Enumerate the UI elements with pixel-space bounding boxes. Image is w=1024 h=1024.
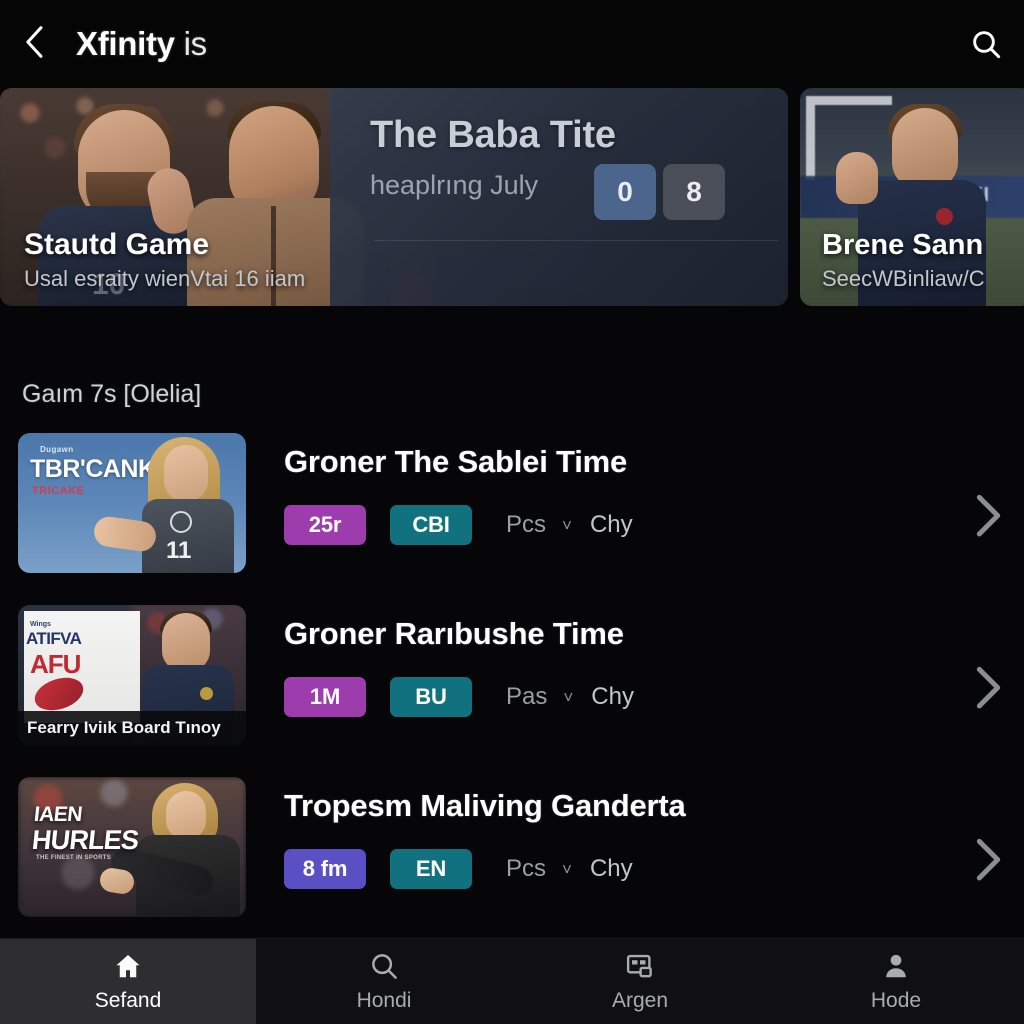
thumb-logo-subtext: AFU [30, 649, 81, 679]
score-group: 0 8 [594, 164, 725, 220]
nav-label-hondi: Hondi [356, 989, 412, 1012]
page-title-rest: is [174, 25, 208, 62]
page-title-bold: Xfinity [76, 25, 175, 62]
badge-secondary[interactable]: EN [390, 849, 472, 889]
thumb-logo-tagline: THE FINEST IN SPORTS [36, 855, 112, 861]
list-item-body: Groner Rarıbushe Time 1M BU Pas ˅ Chy [246, 602, 1024, 717]
thumb-overline: Wings [30, 621, 51, 628]
list-item-meta: 25r CBI Pcs ˅ Chy [284, 505, 1024, 545]
list-item[interactable]: Dugawn TBR'CANK TRICAKE 11 Groner The Sa… [0, 430, 1024, 602]
nav-item-hode[interactable]: Hode [768, 939, 1024, 1024]
thumb-logo-text: IAEN [32, 803, 84, 826]
badge-primary[interactable]: 1M [284, 677, 366, 717]
chevron-right-icon[interactable] [966, 490, 1006, 542]
panel-divider [374, 240, 778, 241]
nav-item-hondi[interactable]: Hondi [256, 939, 512, 1024]
thumb-logo-subtext: HURLES [30, 825, 140, 855]
hero-card-secondary[interactable]: OT LAYI Brene Sann SeecWBinliaw/C [800, 88, 1024, 306]
chevron-right-icon[interactable] [966, 834, 1006, 886]
list-item-thumbnail: IAEN HURLES THE FINEST IN SPORTS [18, 777, 246, 917]
content-list: Dugawn TBR'CANK TRICAKE 11 Groner The Sa… [0, 430, 1024, 946]
athlete-figure: 11 [92, 437, 240, 573]
nav-item-argen[interactable]: Argen [512, 939, 768, 1024]
hero2-title: Brene Sann [822, 229, 984, 261]
list-item-title: Groner The Sablei Time [284, 444, 628, 479]
home-icon [111, 950, 145, 982]
hero-caption: Stautd Game Usal esraity wienVtai 16 iia… [0, 228, 330, 306]
app-header: Xfinity is [0, 0, 1024, 88]
hero2-subtitle: SeecWBinliaw/C [822, 266, 985, 291]
meta-label-secondary: Chy [591, 683, 634, 710]
list-item-meta: 1M BU Pas ˅ Chy [284, 677, 1024, 717]
chevron-right-icon[interactable] [966, 662, 1006, 714]
badge-primary[interactable]: 8 fm [284, 849, 366, 889]
hero-carousel[interactable]: 10 The Baba Tite heaplrıng July 0 8 Stau… [0, 88, 1024, 310]
list-item[interactable]: IAEN HURLES THE FINEST IN SPORTS Tropesm… [0, 774, 1024, 946]
list-item-meta: 8 fm EN Pcs ˅ Chy [284, 849, 1024, 889]
chevron-left-icon [20, 23, 50, 66]
badge-secondary[interactable]: CBI [390, 505, 472, 545]
badge-primary[interactable]: 25r [284, 505, 366, 545]
nav-label-hode: Hode [870, 989, 922, 1012]
bottom-navigation: Sefand Hondi Argen Hode [0, 938, 1024, 1024]
thumb-logo-subtext: TRICAKE [32, 485, 85, 497]
nav-item-sefand[interactable]: Sefand [0, 939, 256, 1024]
hero-title: Stautd Game [24, 228, 210, 261]
hero2-caption: Brene Sann SeecWBinliaw/C [822, 229, 985, 292]
search-icon [970, 28, 1002, 65]
meta-label-secondary: Chy [589, 511, 633, 538]
chevron-down-icon[interactable]: ˅ [562, 861, 572, 878]
score-right: 8 [663, 164, 725, 220]
list-item-title: Groner Rarıbushe Time [284, 616, 624, 651]
hero-panel-subtitle: heaplrıng July [370, 170, 539, 200]
thumb-overline: Dugawn [40, 445, 74, 454]
list-item-body: Tropesm Maliving Ganderta 8 fm EN Pcs ˅ … [246, 774, 1024, 889]
meta-label-secondary: Chy [589, 855, 633, 882]
chevron-down-icon[interactable]: ˅ [563, 689, 573, 706]
hero-card-primary[interactable]: 10 The Baba Tite heaplrıng July 0 8 Stau… [0, 88, 788, 306]
meta-label: Pcs [506, 511, 547, 538]
meta-label: Pas [506, 683, 548, 710]
thumb-jersey-number: 11 [166, 537, 192, 564]
list-item[interactable]: Wings ATIFVA AFU Fearry Iviık Board Tıno… [0, 602, 1024, 774]
chevron-down-icon[interactable]: ˅ [562, 517, 572, 534]
list-item-thumbnail: Dugawn TBR'CANK TRICAKE 11 [18, 433, 246, 573]
hero-panel-title: The Baba Tite [370, 114, 616, 156]
score-left: 0 [594, 164, 656, 220]
meta-label: Pcs [506, 855, 547, 882]
search-icon [367, 950, 401, 982]
nav-label-argen: Argen [611, 989, 669, 1012]
thumb-caption: Fearry Iviık Board Tınoy [27, 718, 221, 737]
thumb-caption-bar: Fearry Iviık Board Tınoy [18, 711, 246, 745]
news-card-icon [623, 950, 657, 982]
person-icon [879, 950, 913, 982]
app-screen: Xfinity is 10 The Baba Tite heaplrıng Ju… [0, 0, 1024, 1024]
list-item-body: Groner The Sablei Time 25r CBI Pcs ˅ Chy [246, 430, 1024, 545]
nav-label-sefand: Sefand [94, 989, 162, 1012]
thumb-logo-text: ATIFVA [26, 629, 82, 648]
hero-subtitle: Usal esraity wienVtai 16 iiam [24, 266, 306, 291]
page-title: Xfinity is [76, 25, 207, 63]
list-item-title: Tropesm Maliving Ganderta [284, 788, 686, 823]
back-button[interactable] [4, 13, 66, 75]
header-search-button[interactable] [958, 18, 1014, 74]
section-heading: Gaım 7s [Olelia] [22, 380, 202, 408]
badge-secondary[interactable]: BU [390, 677, 472, 717]
list-item-thumbnail: Wings ATIFVA AFU Fearry Iviık Board Tıno… [18, 605, 246, 745]
